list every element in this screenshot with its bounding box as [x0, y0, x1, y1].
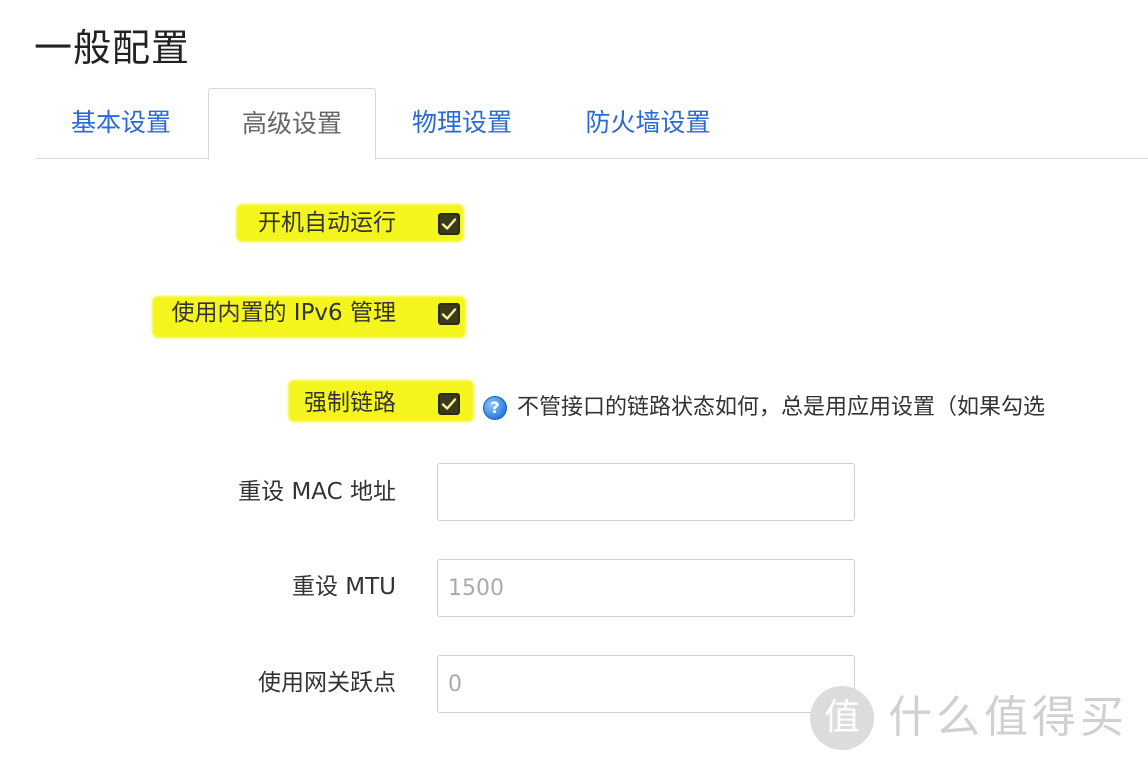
auto-start-checkbox[interactable] [438, 213, 460, 235]
gateway-metric-input[interactable] [437, 655, 855, 713]
mac-override-label: 重设 MAC 地址 [238, 479, 396, 505]
tab-basic-settings[interactable]: 基本设置 [66, 88, 176, 158]
force-link-label: 强制链路 [304, 390, 396, 416]
tab-bar-divider [36, 158, 1148, 159]
tab-physical-settings[interactable]: 物理设置 [406, 88, 518, 158]
checkmark-icon [441, 308, 457, 320]
mtu-override-input[interactable] [437, 559, 855, 617]
page-title: 一般配置 [34, 26, 191, 70]
watermark-text: 什么值得买 [888, 692, 1128, 743]
watermark-logo: 值 [810, 686, 874, 750]
auto-start-label: 开机自动运行 [258, 210, 396, 236]
force-link-help-text: 不管接口的链路状态如何，总是用应用设置（如果勾选 [517, 395, 1046, 420]
help-question-icon[interactable]: ? [483, 396, 507, 420]
checkmark-icon [441, 218, 457, 230]
tab-advanced-settings[interactable]: 高级设置 [208, 88, 376, 160]
checkmark-icon [441, 398, 457, 410]
builtin-ipv6-label: 使用内置的 IPv6 管理 [171, 300, 396, 326]
tab-firewall-settings[interactable]: 防火墙设置 [580, 88, 716, 158]
mac-override-input[interactable] [437, 463, 855, 521]
builtin-ipv6-checkbox[interactable] [438, 303, 460, 325]
tab-bar: 基本设置 高级设置 物理设置 防火墙设置 [36, 88, 1148, 160]
gateway-metric-label: 使用网关跃点 [258, 670, 396, 696]
force-link-checkbox[interactable] [438, 393, 460, 415]
mtu-override-label: 重设 MTU [291, 574, 396, 600]
watermark: 值 什么值得买 [810, 682, 1140, 762]
